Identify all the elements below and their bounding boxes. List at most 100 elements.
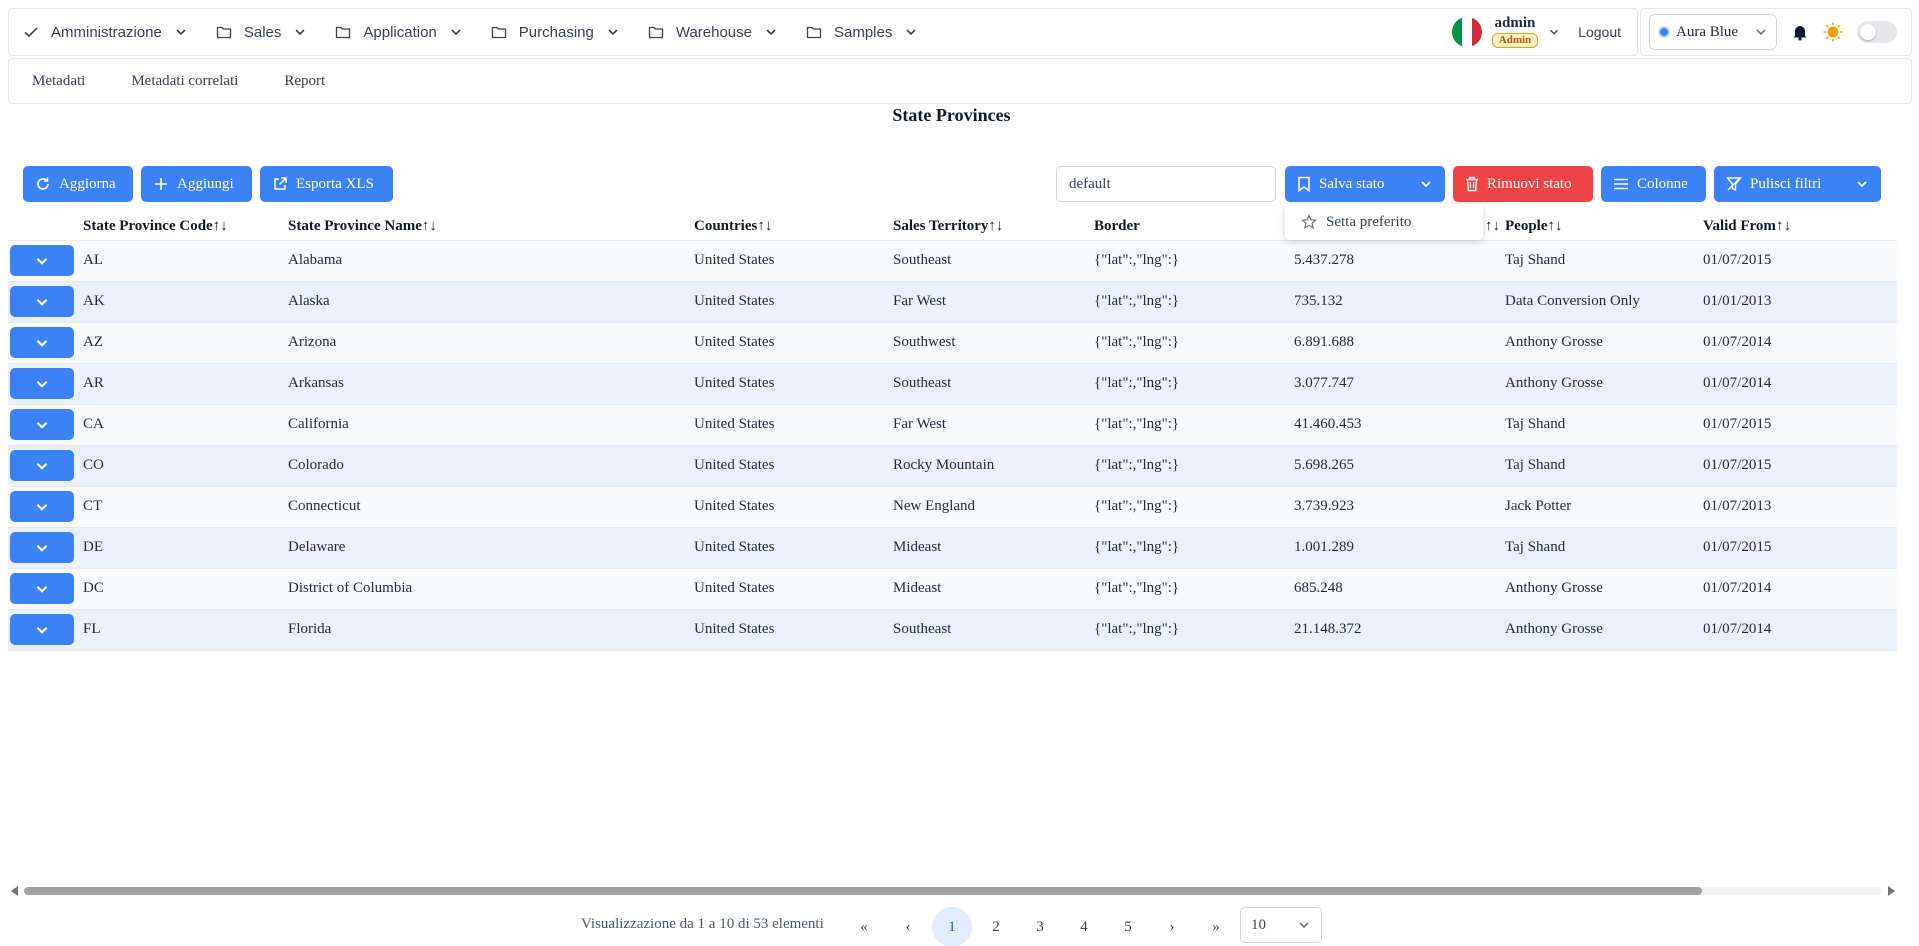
user-menu[interactable]: admin Admin: [1491, 16, 1539, 48]
menu-amministrazione[interactable]: Amministrazione: [9, 9, 202, 55]
logout-button[interactable]: Logout: [1578, 24, 1631, 40]
export-label: Esporta XLS: [296, 175, 374, 192]
next-page-button[interactable]: ›: [1152, 907, 1192, 946]
row-actions-button[interactable]: [10, 368, 74, 399]
subnav-report[interactable]: Report: [261, 73, 348, 90]
remove-state-label: Rimuovi stato: [1487, 175, 1572, 192]
clear-filters-button[interactable]: Pulisci filtri: [1714, 166, 1881, 202]
remove-state-button[interactable]: Rimuovi stato: [1453, 166, 1593, 202]
table-row[interactable]: AR Arkansas United States Southeast {"lat":,…: [8, 364, 1897, 405]
italian-flag-icon[interactable]: [1451, 17, 1482, 47]
menu-samples[interactable]: Samples: [792, 9, 932, 55]
chevron-down-icon[interactable]: [1548, 26, 1560, 38]
cell-country: United States: [694, 293, 775, 309]
cell-population: 41.460.453: [1294, 416, 1362, 432]
chevron-down-icon: [451, 29, 461, 36]
table-row[interactable]: AZ Arizona United States Southwest {"lat":,"…: [8, 323, 1897, 364]
menu-sales[interactable]: Sales: [202, 9, 322, 55]
state-name-input[interactable]: default: [1056, 166, 1276, 202]
first-page-button[interactable]: «: [844, 907, 884, 946]
refresh-button[interactable]: Aggiorna: [23, 166, 133, 202]
menu-application[interactable]: Application: [321, 9, 476, 55]
column-header-border[interactable]: Border: [1094, 218, 1140, 235]
sun-icon[interactable]: [1823, 22, 1843, 42]
scroll-left-arrow[interactable]: [11, 886, 18, 896]
last-page-button[interactable]: »: [1196, 907, 1236, 946]
row-actions-button[interactable]: [10, 491, 74, 522]
column-header-countries[interactable]: Countries↑↓: [694, 218, 772, 235]
page-button-3[interactable]: 3: [1020, 907, 1060, 946]
column-header-valid-from[interactable]: Valid From↑↓: [1703, 218, 1791, 235]
cell-border: {"lat":,"lng":}: [1094, 252, 1180, 268]
cell-name: Arizona: [288, 334, 337, 350]
folder-icon: [491, 26, 506, 39]
table-row[interactable]: AK Alaska United States Far West {"lat":,"ln…: [8, 282, 1897, 323]
clear-filters-dropdown-toggle[interactable]: [1855, 177, 1869, 191]
cell-border: {"lat":,"lng":}: [1094, 293, 1180, 309]
cell-country: United States: [694, 498, 775, 514]
page-button-4[interactable]: 4: [1064, 907, 1104, 946]
cell-code: FL: [83, 621, 101, 637]
page-button-2[interactable]: 2: [976, 907, 1016, 946]
column-header-code[interactable]: State Province Code↑↓: [83, 218, 228, 235]
table-row[interactable]: FL Florida United States Southeast {"lat":,"…: [8, 610, 1897, 651]
subnav-metadati[interactable]: Metadati: [9, 73, 108, 90]
set-favorite-option[interactable]: Setta preferito: [1326, 214, 1411, 231]
add-label: Aggiungi: [177, 175, 234, 192]
row-actions-button[interactable]: [10, 409, 74, 440]
clear-filters-label: Pulisci filtri: [1750, 175, 1822, 192]
menu-purchasing[interactable]: Purchasing: [477, 9, 634, 55]
page-button-1[interactable]: 1: [932, 907, 972, 946]
cell-country: United States: [694, 252, 775, 268]
refresh-label: Aggiorna: [59, 175, 116, 192]
column-header-sales-territory[interactable]: Sales Territory↑↓: [893, 218, 1003, 235]
column-header-population[interactable]: ↑↓: [1485, 218, 1500, 235]
scroll-right-arrow[interactable]: [1888, 886, 1895, 896]
row-actions-button[interactable]: [10, 245, 74, 276]
column-header-name[interactable]: State Province Name↑↓: [288, 218, 437, 235]
cell-sales-territory: Southeast: [893, 252, 952, 268]
row-actions-button[interactable]: [10, 532, 74, 563]
table-row[interactable]: DE Delaware United States Mideast {"lat":,"l…: [8, 528, 1897, 569]
columns-button[interactable]: Colonne: [1601, 166, 1706, 202]
add-button[interactable]: Aggiungi: [141, 166, 252, 202]
cell-valid-from: 01/07/2015: [1703, 252, 1772, 268]
chevron-down-icon: [1857, 181, 1867, 188]
table-row[interactable]: CO Colorado United States Rocky Mountain {"l…: [8, 446, 1897, 487]
bell-icon[interactable]: [1791, 23, 1809, 41]
row-actions-button[interactable]: [10, 286, 74, 317]
cell-people: Anthony Grosse: [1505, 621, 1603, 637]
page-button-5[interactable]: 5: [1108, 907, 1148, 946]
prev-page-button[interactable]: ‹: [888, 907, 928, 946]
row-actions-button[interactable]: [10, 327, 74, 358]
cell-people: Taj Shand: [1505, 416, 1566, 432]
row-actions-button[interactable]: [10, 573, 74, 604]
subnav-metadati-correlati[interactable]: Metadati correlati: [108, 73, 261, 90]
menu-warehouse[interactable]: Warehouse: [634, 9, 792, 55]
dark-mode-toggle[interactable]: [1857, 21, 1897, 43]
scroll-thumb[interactable]: [24, 887, 1702, 895]
table-row[interactable]: CA California United States Far West {"lat":…: [8, 405, 1897, 446]
table-row[interactable]: CT Connecticut United States New England {"l…: [8, 487, 1897, 528]
chevron-down-icon: [36, 585, 48, 593]
cell-population: 3.739.923: [1294, 498, 1354, 514]
export-xls-button[interactable]: Esporta XLS: [260, 166, 393, 202]
column-header-people[interactable]: People↑↓: [1505, 218, 1563, 235]
horizontal-scrollbar[interactable]: [8, 884, 1898, 898]
save-state-dropdown-toggle[interactable]: [1419, 177, 1433, 191]
cell-country: United States: [694, 580, 775, 596]
save-state-button[interactable]: Salva stato: [1285, 166, 1445, 202]
cell-valid-from: 01/07/2014: [1703, 621, 1772, 637]
rows-per-page-select[interactable]: 10: [1240, 907, 1322, 943]
theme-color-dot: [1658, 26, 1670, 38]
cell-sales-territory: Rocky Mountain: [893, 457, 995, 473]
cell-population: 21.148.372: [1294, 621, 1362, 637]
row-actions-button[interactable]: [10, 450, 74, 481]
row-actions-button[interactable]: [10, 614, 74, 645]
table-row[interactable]: AL Alabama United States Southeast {"lat":,"…: [8, 241, 1897, 282]
main-menubar: Amministrazione Sales Application Purcha…: [8, 8, 1638, 56]
table-row[interactable]: DC District of Columbia United States Midea…: [8, 569, 1897, 610]
theme-select[interactable]: Aura Blue: [1649, 14, 1777, 50]
list-icon: [1614, 178, 1628, 190]
cell-country: United States: [694, 375, 775, 391]
